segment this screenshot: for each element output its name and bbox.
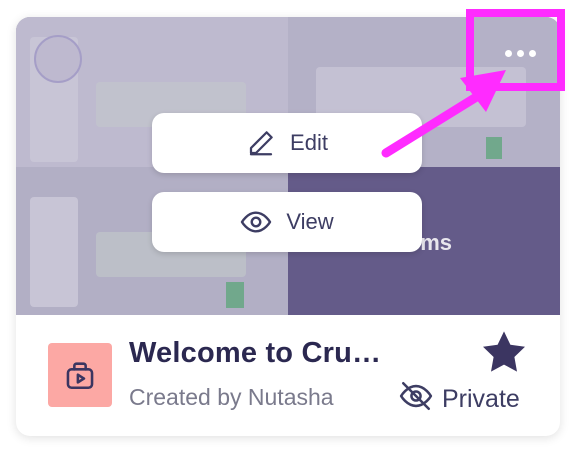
annotation-arrow (381, 70, 506, 158)
